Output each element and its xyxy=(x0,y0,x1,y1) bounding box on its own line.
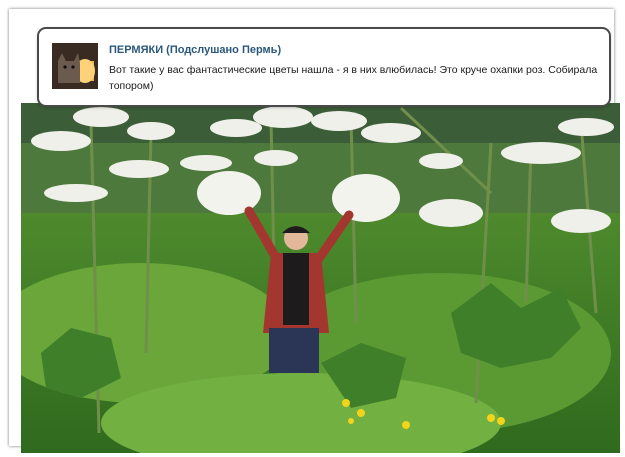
social-post-card: ПЕРМЯКИ (Подслушано Пермь) Вот такие у в… xyxy=(39,29,609,105)
post-author-link[interactable]: ПЕРМЯКИ (Подслушано Пермь) xyxy=(109,44,281,56)
post-text: Вот такие у вас фантастические цветы наш… xyxy=(109,64,598,92)
cat-with-lamp-avatar-icon[interactable] xyxy=(52,43,98,89)
hogweed-field-photo xyxy=(21,103,620,453)
meme-frame: ПЕРМЯКИ (Подслушано Пермь) Вот такие у в… xyxy=(9,9,620,453)
photo-illustration xyxy=(21,103,620,453)
